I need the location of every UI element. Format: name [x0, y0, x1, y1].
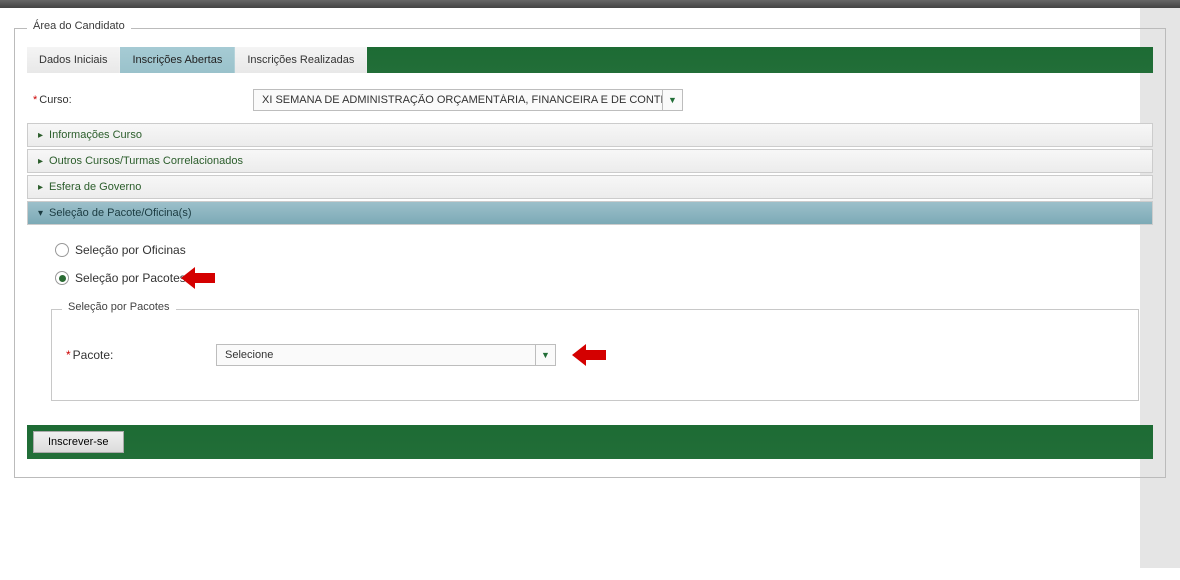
curso-row: *Curso: XI SEMANA DE ADMINISTRAÇÃO ORÇAM…	[33, 89, 1147, 111]
accordion-label: Esfera de Governo	[49, 181, 141, 193]
pacote-select[interactable]: Selecione ▼	[216, 344, 556, 366]
chevron-down-icon[interactable]: ▼	[535, 345, 555, 365]
accordion-selecao-pacote[interactable]: Seleção de Pacote/Oficina(s)	[27, 201, 1153, 225]
accordion-informacoes-curso[interactable]: Informações Curso	[27, 123, 1153, 147]
tab-label: Inscrições Abertas	[132, 54, 222, 66]
pacote-placeholder: Selecione	[217, 349, 535, 361]
annotation-arrow-icon	[572, 342, 608, 368]
required-marker: *	[66, 348, 71, 362]
tab-label: Dados Iniciais	[39, 54, 107, 66]
chevron-right-icon	[38, 155, 43, 167]
annotation-arrow-icon	[181, 265, 217, 291]
chevron-down-icon	[38, 207, 43, 219]
inner-panel-legend: Seleção por Pacotes	[62, 301, 176, 313]
tab-dados-iniciais[interactable]: Dados Iniciais	[27, 47, 120, 73]
chevron-down-icon[interactable]: ▼	[662, 90, 682, 110]
chevron-right-icon	[38, 129, 43, 141]
radio-pacotes-row: Seleção por Pacotes	[55, 271, 1153, 285]
tab-bar: Dados Iniciais Inscrições Abertas Inscri…	[27, 47, 1153, 73]
inscrever-button[interactable]: Inscrever-se	[33, 431, 124, 453]
pacote-label-text: Pacote:	[73, 348, 114, 362]
accordion-label: Seleção de Pacote/Oficina(s)	[49, 207, 191, 219]
radio-label: Seleção por Pacotes	[75, 271, 186, 285]
window-top-bar	[0, 0, 1180, 8]
selecao-pacotes-panel: Seleção por Pacotes *Pacote: Selecione ▼	[51, 309, 1139, 401]
radio-label: Seleção por Oficinas	[75, 243, 186, 257]
curso-selected-value: XI SEMANA DE ADMINISTRAÇÃO ORÇAMENTÁRIA,…	[254, 94, 662, 106]
radio-oficinas-row: Seleção por Oficinas	[55, 243, 1153, 257]
accordion-outros-cursos[interactable]: Outros Cursos/Turmas Correlacionados	[27, 149, 1153, 173]
curso-select[interactable]: XI SEMANA DE ADMINISTRAÇÃO ORÇAMENTÁRIA,…	[253, 89, 683, 111]
accordion-label: Outros Cursos/Turmas Correlacionados	[49, 155, 243, 167]
submit-bar: Inscrever-se	[27, 425, 1153, 459]
radio-selecao-pacotes[interactable]	[55, 271, 69, 285]
required-marker: *	[33, 94, 37, 106]
area-candidato-panel: Área do Candidato Dados Iniciais Inscriç…	[14, 28, 1166, 478]
curso-label-text: Curso:	[39, 94, 71, 106]
tab-label: Inscrições Realizadas	[247, 54, 354, 66]
button-label: Inscrever-se	[48, 436, 109, 448]
accordion-label: Informações Curso	[49, 129, 142, 141]
tab-inscricoes-realizadas[interactable]: Inscrições Realizadas	[235, 47, 367, 73]
tab-inscricoes-abertas[interactable]: Inscrições Abertas	[120, 47, 235, 73]
curso-label: *Curso:	[33, 94, 253, 106]
chevron-right-icon	[38, 181, 43, 193]
radio-selecao-oficinas[interactable]	[55, 243, 69, 257]
panel-legend: Área do Candidato	[27, 20, 131, 32]
accordion-esfera-governo[interactable]: Esfera de Governo	[27, 175, 1153, 199]
pacote-label: *Pacote:	[66, 348, 216, 362]
